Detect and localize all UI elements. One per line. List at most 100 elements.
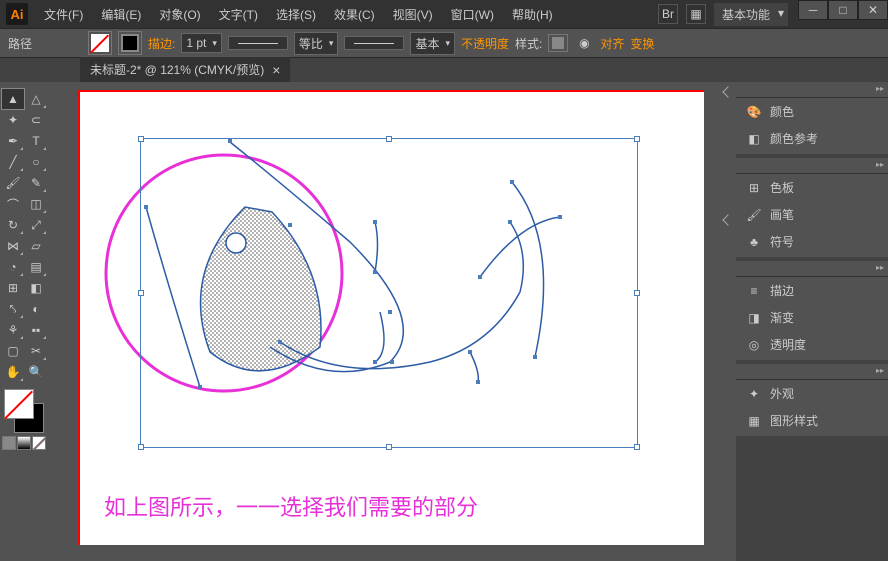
- canvas-area[interactable]: 如上图所示，一一选择我们需要的部分: [50, 82, 720, 561]
- document-tab[interactable]: 未标题-2* @ 121% (CMYK/预览) ×: [80, 56, 290, 82]
- panel-graphic-styles[interactable]: ▦图形样式: [736, 407, 888, 434]
- hand-tool[interactable]: ✋: [2, 362, 24, 382]
- minimize-button[interactable]: ─: [798, 0, 828, 20]
- main-area: ▲ △ ✦ ⊂ ✒ T ╱ ○ 🖌 ✎ ⌒ ◫ ↻ ⤢ ⋈ ▱ ◔ ▤ ⊞ ◧ …: [0, 82, 888, 561]
- paintbrush-tool[interactable]: 🖌: [2, 173, 24, 193]
- palette-icon: 🎨: [746, 104, 762, 120]
- close-button[interactable]: ✕: [858, 0, 888, 20]
- stroke-icon: ≡: [746, 283, 762, 299]
- free-transform-tool[interactable]: ▱: [25, 236, 47, 256]
- panel-collapse-strip[interactable]: [720, 82, 736, 561]
- pen-tool[interactable]: ✒: [2, 131, 24, 151]
- bridge-icon[interactable]: Br: [658, 4, 678, 24]
- opacity-label[interactable]: 不透明度: [461, 35, 509, 52]
- direct-selection-tool[interactable]: △: [25, 89, 47, 109]
- symbol-sprayer-tool[interactable]: ⚘: [2, 320, 24, 340]
- blob-brush-tool[interactable]: ⌒: [2, 194, 24, 214]
- selection-tool[interactable]: ▲: [2, 89, 24, 109]
- stroke-swatch[interactable]: [118, 31, 142, 55]
- menu-select[interactable]: 选择(S): [268, 2, 324, 27]
- title-bar: Ai 文件(F) 编辑(E) 对象(O) 文字(T) 选择(S) 效果(C) 视…: [0, 0, 888, 28]
- shape-builder-tool[interactable]: ◔: [2, 257, 24, 277]
- eraser-tool[interactable]: ◫: [25, 194, 47, 214]
- tab-close-icon[interactable]: ×: [272, 62, 280, 78]
- panel-gradient[interactable]: ◨渐变: [736, 304, 888, 331]
- appearance-icon: ✦: [746, 386, 762, 402]
- menu-effect[interactable]: 效果(C): [326, 2, 383, 27]
- workspace-switcher[interactable]: 基本功能: [714, 3, 788, 26]
- line-tool[interactable]: ╱: [2, 152, 24, 172]
- arrange-icon[interactable]: ▦: [686, 4, 706, 24]
- context-label: 路径: [8, 35, 32, 52]
- stroke-weight[interactable]: 1 pt: [181, 33, 222, 53]
- window-controls: ─ □ ✕: [798, 0, 888, 20]
- panel-appearance[interactable]: ✦外观: [736, 380, 888, 407]
- gradient-tool[interactable]: ◧: [25, 278, 47, 298]
- color-mode-switches[interactable]: [2, 436, 48, 450]
- fill-swatch[interactable]: [88, 31, 112, 55]
- swatches-icon: ⊞: [746, 180, 762, 196]
- blend-tool[interactable]: ◐: [25, 299, 47, 319]
- lasso-tool[interactable]: ⊂: [25, 110, 47, 130]
- maximize-button[interactable]: □: [828, 0, 858, 20]
- selection-bounding-box[interactable]: [140, 138, 638, 448]
- stroke-profile[interactable]: 等比: [294, 32, 339, 55]
- type-tool[interactable]: T: [25, 131, 47, 151]
- stroke-preview-2[interactable]: [344, 36, 404, 50]
- horizontal-scrollbar[interactable]: [50, 545, 720, 561]
- align-label[interactable]: 对齐: [600, 35, 624, 52]
- style-swatch[interactable]: [548, 34, 568, 52]
- eyedropper-tool[interactable]: ⤣: [2, 299, 24, 319]
- rectangle-tool[interactable]: ○: [25, 152, 47, 172]
- panel-brushes[interactable]: 🖌画笔: [736, 201, 888, 228]
- tab-title: 未标题-2* @ 121% (CMYK/预览): [90, 61, 264, 78]
- menu-view[interactable]: 视图(V): [385, 2, 441, 27]
- fill-stroke-control[interactable]: [2, 389, 46, 433]
- graph-tool[interactable]: ▪▪: [25, 320, 47, 340]
- menu-object[interactable]: 对象(O): [151, 2, 208, 27]
- brush-def[interactable]: 基本: [410, 32, 455, 55]
- graphic-style-icon: ▦: [746, 413, 762, 429]
- menu-window[interactable]: 窗口(W): [443, 2, 502, 27]
- mesh-tool[interactable]: ⊞: [2, 278, 24, 298]
- vertical-scrollbar[interactable]: [704, 82, 720, 561]
- app-logo: Ai: [6, 3, 28, 25]
- transform-label[interactable]: 变换: [630, 35, 654, 52]
- panel-transparency[interactable]: ◎透明度: [736, 331, 888, 358]
- menu-file[interactable]: 文件(F): [36, 2, 91, 27]
- artboard-tool[interactable]: ▢: [2, 341, 24, 361]
- scale-tool[interactable]: ⤢: [25, 215, 47, 235]
- gradient-icon: ◨: [746, 310, 762, 326]
- magic-wand-tool[interactable]: ✦: [2, 110, 24, 130]
- right-panels: 🎨颜色 ◧颜色参考 ⊞色板 🖌画笔 ♣符号 ≡描边 ◨渐变 ◎透明度 ✦外观 ▦…: [736, 82, 888, 561]
- stroke-preview-1[interactable]: [228, 36, 288, 50]
- symbol-icon: ♣: [746, 234, 762, 250]
- tools-panel: ▲ △ ✦ ⊂ ✒ T ╱ ○ 🖌 ✎ ⌒ ◫ ↻ ⤢ ⋈ ▱ ◔ ▤ ⊞ ◧ …: [0, 82, 50, 561]
- menu-edit[interactable]: 编辑(E): [93, 2, 149, 27]
- slice-tool[interactable]: ✂: [25, 341, 47, 361]
- panel-swatches[interactable]: ⊞色板: [736, 174, 888, 201]
- control-bar: 路径 描边: 1 pt 等比 基本 不透明度 样式: ◉ 对齐 变换: [0, 28, 888, 58]
- right-panel-wrap: 🎨颜色 ◧颜色参考 ⊞色板 🖌画笔 ♣符号 ≡描边 ◨渐变 ◎透明度 ✦外观 ▦…: [720, 82, 888, 561]
- recolor-icon[interactable]: ◉: [574, 33, 594, 53]
- width-tool[interactable]: ⋈: [2, 236, 24, 256]
- menu-help[interactable]: 帮助(H): [504, 2, 561, 27]
- color-guide-icon: ◧: [746, 131, 762, 147]
- document-tabs: 未标题-2* @ 121% (CMYK/预览) ×: [0, 58, 888, 82]
- panel-color-guide[interactable]: ◧颜色参考: [736, 125, 888, 152]
- rotate-tool[interactable]: ↻: [2, 215, 24, 235]
- menu-type[interactable]: 文字(T): [211, 2, 266, 27]
- titlebar-right: Br ▦ 基本功能: [658, 3, 788, 26]
- zoom-tool[interactable]: 🔍: [25, 362, 47, 382]
- brush-icon: 🖌: [746, 207, 762, 223]
- annotation-text: 如上图所示，一一选择我们需要的部分: [104, 490, 478, 522]
- menu-bar: 文件(F) 编辑(E) 对象(O) 文字(T) 选择(S) 效果(C) 视图(V…: [36, 2, 561, 27]
- pencil-tool[interactable]: ✎: [25, 173, 47, 193]
- style-label: 样式:: [515, 35, 542, 52]
- transparency-icon: ◎: [746, 337, 762, 353]
- perspective-tool[interactable]: ▤: [25, 257, 47, 277]
- panel-color[interactable]: 🎨颜色: [736, 98, 888, 125]
- artboard[interactable]: 如上图所示，一一选择我们需要的部分: [78, 90, 720, 550]
- panel-stroke[interactable]: ≡描边: [736, 277, 888, 304]
- panel-symbols[interactable]: ♣符号: [736, 228, 888, 255]
